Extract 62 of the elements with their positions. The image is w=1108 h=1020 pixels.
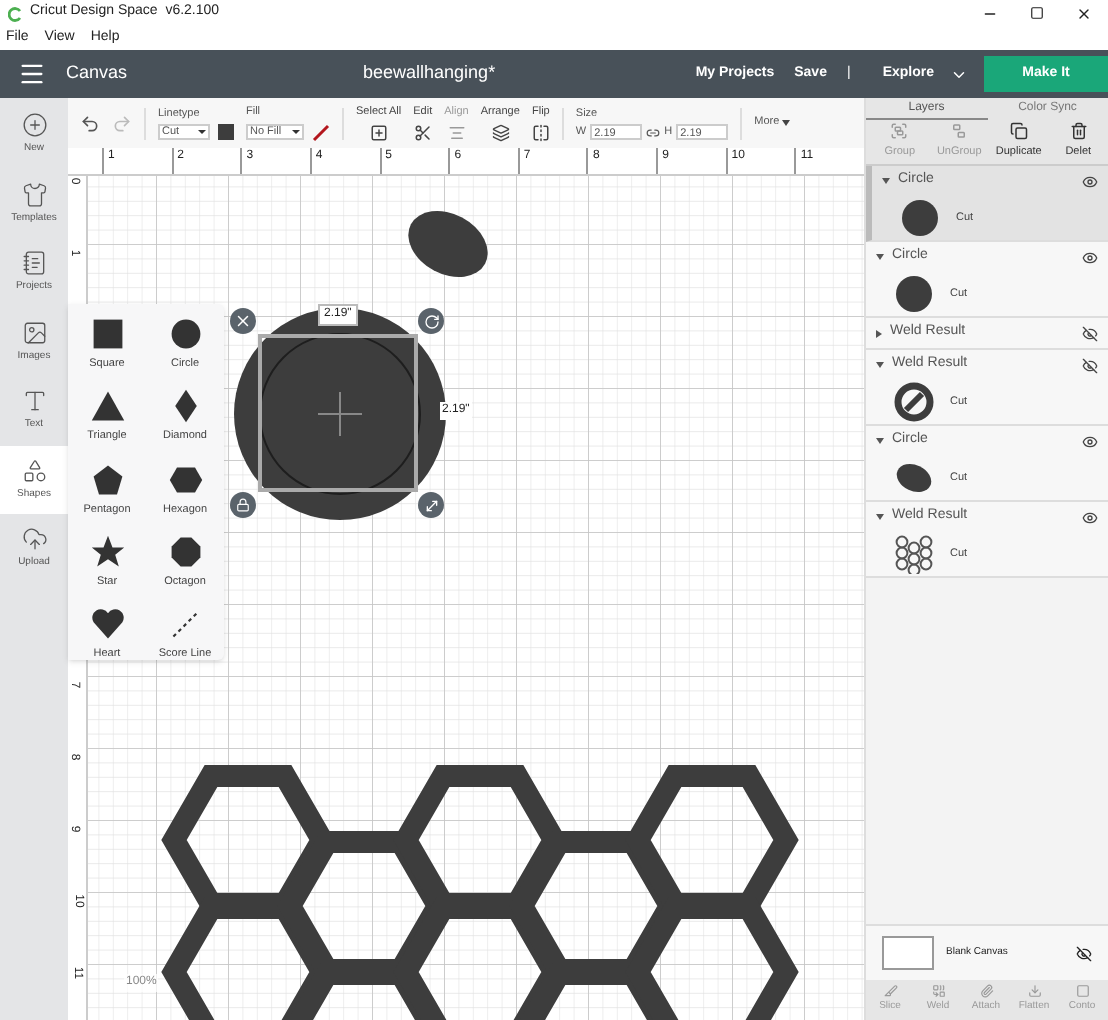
crosshair-icon — [318, 392, 362, 436]
circle-shape[interactable] — [234, 308, 446, 520]
flip-icon — [531, 123, 550, 142]
weld-icon — [931, 984, 945, 999]
square-icon — [89, 316, 125, 352]
align-icon — [447, 123, 466, 142]
octagon-icon — [167, 533, 203, 570]
flatten-icon — [1027, 984, 1041, 999]
select-icon — [369, 123, 388, 142]
no-fill-icon[interactable] — [312, 123, 330, 142]
pentagon-icon — [89, 461, 125, 497]
eye-icon[interactable] — [1082, 509, 1098, 525]
caret-icon[interactable] — [876, 254, 884, 260]
lock-ratio-icon[interactable] — [646, 125, 661, 140]
caret-icon[interactable] — [876, 362, 884, 368]
images-icon — [21, 319, 47, 345]
group-icon — [890, 122, 909, 141]
shapes-icon — [21, 457, 47, 483]
contour-icon — [1075, 984, 1089, 999]
eye-off-icon[interactable] — [1076, 945, 1092, 961]
honeycomb-drawing[interactable] — [161, 764, 799, 1020]
close-icon[interactable] — [1076, 5, 1092, 21]
upload-icon — [21, 526, 47, 552]
honeycomb-thumbnail-icon — [894, 534, 934, 574]
app-logo-icon — [8, 5, 22, 21]
circle-thumbnail-icon — [894, 274, 934, 314]
hexagon-icon — [167, 461, 203, 497]
star-icon — [89, 533, 125, 570]
eye-off-icon[interactable] — [1082, 357, 1098, 373]
eye-off-icon[interactable] — [1082, 325, 1098, 341]
ring-thumbnail-icon — [894, 382, 934, 422]
circle-thumbnail-icon — [900, 198, 940, 238]
eye-icon[interactable] — [1082, 433, 1098, 449]
ellipse-shape[interactable] — [404, 208, 492, 280]
blank-canvas-thumbnail — [882, 936, 934, 970]
project-title: beewallhanging* — [363, 60, 496, 87]
ellipse-thumbnail-icon — [894, 458, 934, 498]
menu-icon[interactable] — [18, 60, 46, 88]
text-icon — [21, 388, 47, 414]
eye-icon[interactable] — [1082, 249, 1098, 265]
ungroup-icon — [950, 122, 969, 141]
arrange-icon — [491, 123, 510, 142]
maximize-icon[interactable] — [1030, 6, 1044, 20]
color-swatch[interactable] — [218, 124, 234, 141]
delete-icon — [1069, 122, 1088, 141]
slice-icon — [883, 984, 897, 999]
attach-icon — [979, 984, 993, 999]
circle-icon — [167, 316, 203, 352]
duplicate-icon — [1009, 122, 1028, 141]
new-icon — [21, 112, 47, 138]
undo-icon[interactable] — [80, 113, 100, 133]
selection-box[interactable] — [258, 334, 418, 492]
caret-icon[interactable] — [876, 514, 884, 520]
caret-icon[interactable] — [876, 438, 884, 444]
heart-icon — [89, 606, 125, 642]
projects-icon — [21, 250, 47, 276]
eye-icon[interactable] — [1082, 173, 1098, 189]
templates-icon — [21, 181, 47, 207]
caret-icon[interactable] — [876, 329, 882, 337]
caret-icon[interactable] — [882, 178, 890, 184]
triangle-icon — [89, 388, 125, 425]
section-title: Canvas — [66, 60, 128, 87]
